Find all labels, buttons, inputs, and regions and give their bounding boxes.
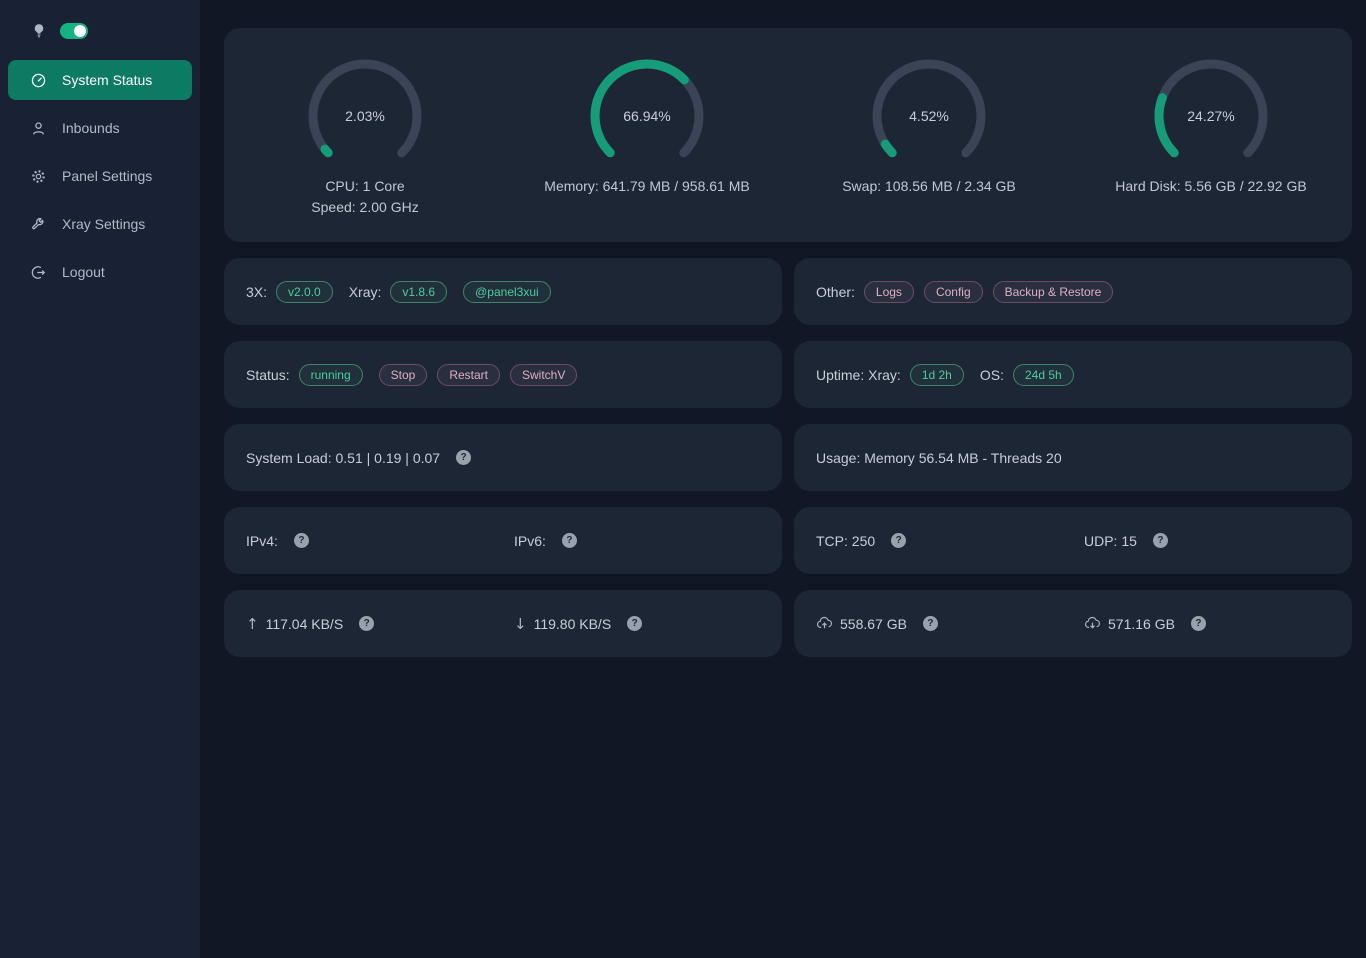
gauge-label: Memory: 641.79 MB / 958.61 MB bbox=[506, 176, 788, 197]
backup-restore-button[interactable]: Backup & Restore bbox=[993, 281, 1114, 303]
ipv4-label: IPv4: bbox=[246, 533, 278, 549]
gauge-label: CPU: 1 Core bbox=[224, 176, 506, 197]
gauge-swap: 4.52% Swap: 108.56 MB / 2.34 GB bbox=[788, 56, 1070, 197]
config-button[interactable]: Config bbox=[924, 281, 983, 303]
sidebar-item-label: Logout bbox=[62, 264, 105, 280]
sidebar-item-logout[interactable]: Logout bbox=[8, 252, 192, 292]
gear-icon bbox=[30, 168, 47, 185]
usage-text: Usage: Memory 56.54 MB - Threads 20 bbox=[816, 450, 1062, 466]
other-label: Other: bbox=[816, 284, 855, 300]
help-icon[interactable]: ? bbox=[294, 533, 309, 548]
upload-speed-block: ↑ 117.04 KB/S ? bbox=[246, 615, 514, 633]
toggle-knob bbox=[74, 25, 86, 37]
cloud-upload-icon bbox=[816, 615, 833, 632]
help-icon[interactable]: ? bbox=[627, 616, 642, 631]
sidebar-item-xray-settings[interactable]: Xray Settings bbox=[8, 204, 192, 244]
version-card: 3X: v2.0.0 Xray: v1.8.6 @panel3xui bbox=[224, 258, 782, 325]
upload-total-value: 558.67 GB bbox=[840, 616, 907, 632]
panel-version-label: 3X: bbox=[246, 284, 267, 300]
switch-version-button[interactable]: SwitchV bbox=[510, 364, 577, 386]
tcp-count: TCP: 250 bbox=[816, 533, 875, 549]
sidebar-item-label: System Status bbox=[62, 72, 152, 88]
help-icon[interactable]: ? bbox=[1153, 533, 1168, 548]
uptime-os-label: OS: bbox=[980, 367, 1004, 383]
system-load-text: System Load: 0.51 | 0.19 | 0.07 bbox=[246, 450, 440, 466]
connections-card: TCP: 250 ? UDP: 15 ? bbox=[794, 507, 1352, 574]
wrench-icon bbox=[30, 216, 47, 233]
download-speed-value: 119.80 KB/S bbox=[534, 616, 612, 632]
gauge-percent: 24.27% bbox=[1151, 56, 1271, 176]
status-label: Status: bbox=[246, 367, 290, 383]
logs-button[interactable]: Logs bbox=[864, 281, 914, 303]
sidebar-item-system-status[interactable]: System Status bbox=[8, 60, 192, 100]
logout-icon bbox=[30, 264, 47, 281]
gauge-memory: 66.94% Memory: 641.79 MB / 958.61 MB bbox=[506, 56, 788, 197]
download-total-value: 571.16 GB bbox=[1108, 616, 1175, 632]
theme-toggle[interactable] bbox=[60, 23, 88, 39]
ipv4-block: IPv4: ? bbox=[246, 533, 514, 549]
help-icon[interactable]: ? bbox=[1191, 616, 1206, 631]
sidebar-item-panel-settings[interactable]: Panel Settings bbox=[8, 156, 192, 196]
help-icon[interactable]: ? bbox=[891, 533, 906, 548]
dashboard-icon bbox=[30, 72, 47, 89]
bulb-icon bbox=[30, 22, 48, 40]
ip-card: IPv4: ? IPv6: ? bbox=[224, 507, 782, 574]
status-card: Status: running Stop Restart SwitchV bbox=[224, 341, 782, 408]
ipv6-block: IPv6: ? bbox=[514, 533, 782, 549]
help-icon[interactable]: ? bbox=[456, 450, 471, 465]
gauge-percent: 2.03% bbox=[305, 56, 425, 176]
stop-button[interactable]: Stop bbox=[379, 364, 428, 386]
udp-block: UDP: 15 ? bbox=[1084, 533, 1352, 549]
gauge-label: Hard Disk: 5.56 GB / 22.92 GB bbox=[1070, 176, 1352, 197]
download-arrow-icon: ↓ bbox=[514, 615, 527, 633]
gauge-label: Speed: 2.00 GHz bbox=[224, 197, 506, 218]
upload-speed-value: 117.04 KB/S bbox=[266, 616, 344, 632]
traffic-card: 558.67 GB ? 571.16 GB ? bbox=[794, 590, 1352, 657]
gauge-hard-disk: 24.27% Hard Disk: 5.56 GB / 22.92 GB bbox=[1070, 56, 1352, 197]
sidebar-menu: System Status Inbounds Panel Settings Xr… bbox=[0, 60, 200, 292]
sidebar-item-inbounds[interactable]: Inbounds bbox=[8, 108, 192, 148]
download-total-block: 571.16 GB ? bbox=[1084, 615, 1352, 632]
status-badge: running bbox=[299, 364, 363, 386]
help-icon[interactable]: ? bbox=[562, 533, 577, 548]
usage-card: Usage: Memory 56.54 MB - Threads 20 bbox=[794, 424, 1352, 491]
sidebar-item-label: Xray Settings bbox=[62, 216, 145, 232]
upload-arrow-icon: ↑ bbox=[246, 615, 259, 633]
sidebar-item-label: Panel Settings bbox=[62, 168, 152, 184]
restart-button[interactable]: Restart bbox=[437, 364, 500, 386]
xray-version-tag[interactable]: v1.8.6 bbox=[390, 281, 447, 303]
theme-toggle-row bbox=[0, 22, 200, 60]
uptime-xray-label: Uptime: Xray: bbox=[816, 367, 901, 383]
sidebar: System Status Inbounds Panel Settings Xr… bbox=[0, 0, 200, 958]
system-load-card: System Load: 0.51 | 0.19 | 0.07 ? bbox=[224, 424, 782, 491]
user-icon bbox=[30, 120, 47, 137]
download-speed-block: ↓ 119.80 KB/S ? bbox=[514, 615, 782, 633]
gauge-cpu: 2.03% CPU: 1 Core Speed: 2.00 GHz bbox=[224, 56, 506, 218]
other-card: Other: Logs Config Backup & Restore bbox=[794, 258, 1352, 325]
os-uptime-badge: 24d 5h bbox=[1013, 364, 1074, 386]
xray-version-label: Xray: bbox=[349, 284, 382, 300]
speed-card: ↑ 117.04 KB/S ? ↓ 119.80 KB/S ? bbox=[224, 590, 782, 657]
upload-total-block: 558.67 GB ? bbox=[816, 615, 1084, 632]
tcp-block: TCP: 250 ? bbox=[816, 533, 1084, 549]
gauges-card: 2.03% CPU: 1 Core Speed: 2.00 GHz 66.94%… bbox=[224, 28, 1352, 242]
cloud-download-icon bbox=[1084, 615, 1101, 632]
ipv6-label: IPv6: bbox=[514, 533, 546, 549]
gauge-percent: 66.94% bbox=[587, 56, 707, 176]
uptime-card: Uptime: Xray: 1d 2h OS: 24d 5h bbox=[794, 341, 1352, 408]
panel-version-tag[interactable]: v2.0.0 bbox=[276, 281, 333, 303]
telegram-tag[interactable]: @panel3xui bbox=[463, 281, 551, 303]
gauge-label: Swap: 108.56 MB / 2.34 GB bbox=[788, 176, 1070, 197]
xray-uptime-badge: 1d 2h bbox=[910, 364, 964, 386]
main-content: 2.03% CPU: 1 Core Speed: 2.00 GHz 66.94%… bbox=[200, 0, 1366, 958]
sidebar-item-label: Inbounds bbox=[62, 120, 120, 136]
help-icon[interactable]: ? bbox=[359, 616, 374, 631]
help-icon[interactable]: ? bbox=[923, 616, 938, 631]
udp-count: UDP: 15 bbox=[1084, 533, 1137, 549]
gauge-percent: 4.52% bbox=[869, 56, 989, 176]
